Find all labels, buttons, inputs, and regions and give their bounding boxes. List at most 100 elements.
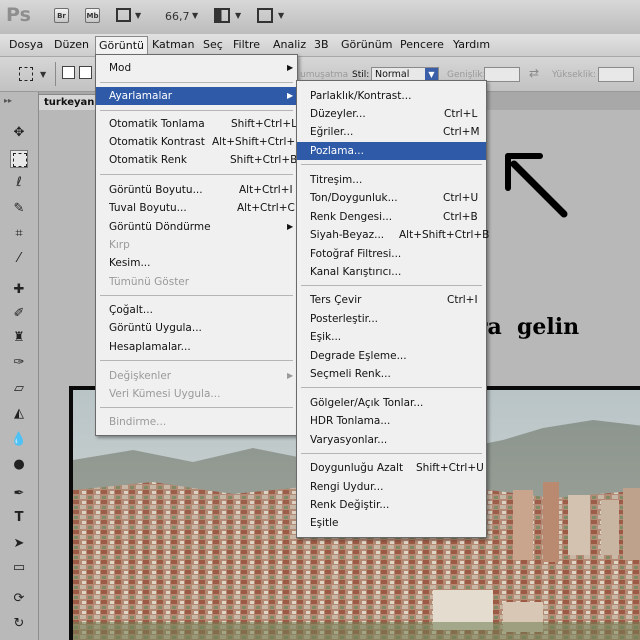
marquee-preset-icon[interactable]: [19, 67, 33, 81]
menu-3b[interactable]: 3B: [314, 38, 329, 51]
menu-item-ton-doygunluk[interactable]: Ton/Doygunluk... Ctrl+U: [297, 189, 486, 207]
ayarlamalar-submenu: Parlaklık/Kontrast... Düzeyler... Ctrl+L …: [296, 80, 489, 538]
view-extras-dropdown-icon[interactable]: ▼: [135, 11, 141, 20]
menu-item-degiskenler: Değişkenler ▶: [96, 367, 297, 385]
menu-item-otomatik-kontrast[interactable]: Otomatik Kontrast Alt+Shift+Ctrl+L: [96, 133, 301, 151]
pen-tool-icon[interactable]: ✒: [10, 485, 28, 503]
menu-separator: [100, 110, 293, 111]
height-field[interactable]: [598, 67, 634, 82]
history-brush-tool-icon[interactable]: ✑: [10, 354, 28, 372]
menu-item-rengi-uydur[interactable]: Rengi Uydur...: [297, 478, 486, 496]
menu-item-kirp: Kırp: [109, 239, 130, 251]
menu-pencere[interactable]: Pencere: [400, 38, 444, 51]
menu-katman[interactable]: Katman: [152, 38, 195, 51]
3d-orbit-tool-icon[interactable]: ↻: [10, 615, 28, 633]
menu-item-fotograf-filtresi[interactable]: Fotoğraf Filtresi...: [297, 245, 486, 263]
lasso-tool-icon[interactable]: ℓ: [10, 174, 28, 192]
menu-sec[interactable]: Seç: [203, 38, 223, 51]
mini-bridge-button[interactable]: Mb: [85, 8, 100, 23]
healing-brush-tool-icon[interactable]: ✚: [10, 281, 28, 299]
menu-item-doygunlugu-azalt[interactable]: Doygunluğu Azalt Shift+Ctrl+U: [297, 459, 486, 477]
style-value: Normal: [375, 69, 410, 80]
3d-rotate-tool-icon[interactable]: ⟳: [10, 590, 28, 608]
marquee-tool-icon[interactable]: [10, 150, 28, 168]
menu-item-siyah-beyaz[interactable]: Siyah-Beyaz... Alt+Shift+Ctrl+B: [297, 226, 489, 244]
goruntu-menu: Mod ▶ Ayarlamalar ▶ Otomatik Tonlama Shift+…: [95, 54, 301, 436]
menu-separator: [100, 174, 293, 175]
menu-item-renk-degistir[interactable]: Renk Değiştir...: [297, 496, 486, 514]
screen-mode-icon[interactable]: [257, 8, 273, 23]
brush-tool-icon[interactable]: ✐: [10, 305, 28, 323]
style-label: Stil:: [352, 70, 370, 80]
menu-item-ayarlamalar[interactable]: Ayarlamalar ▶: [96, 87, 297, 105]
screen-mode-dropdown-icon[interactable]: ▼: [278, 11, 284, 20]
dodge-tool-icon[interactable]: ●: [10, 456, 28, 474]
menu-item-secmeli-renk[interactable]: Seçmeli Renk...: [297, 365, 486, 383]
menu-filtre[interactable]: Filtre: [233, 38, 260, 51]
width-field[interactable]: [484, 67, 520, 82]
menu-item-otomatik-renk[interactable]: Otomatik Renk Shift+Ctrl+B: [96, 151, 297, 169]
menu-item-posterlestir[interactable]: Posterleştir...: [297, 310, 486, 328]
menu-item-esik[interactable]: Eşik...: [297, 328, 486, 346]
menu-item-renk-dengesi[interactable]: Renk Dengesi... Ctrl+B: [297, 208, 486, 226]
menu-item-kesim[interactable]: Kesim...: [96, 254, 297, 272]
path-selection-tool-icon[interactable]: ➤: [10, 535, 28, 553]
rectangle-tool-icon[interactable]: ▭: [10, 559, 28, 577]
clone-stamp-tool-icon[interactable]: ♜: [10, 329, 28, 347]
menu-item-golgeler-acik-tonlar[interactable]: Gölgeler/Açık Tonlar...: [297, 394, 486, 412]
preset-dropdown-icon[interactable]: ▼: [40, 70, 46, 79]
arrange-documents-icon[interactable]: [214, 8, 230, 23]
paint-bucket-tool-icon[interactable]: ◭: [10, 405, 28, 423]
menu-item-degrade-esleme[interactable]: Degrade Eşleme...: [297, 347, 486, 365]
menu-analiz[interactable]: Analiz: [273, 38, 306, 51]
menu-item-goruntu-uygula[interactable]: Görüntü Uygula...: [96, 319, 297, 337]
menu-item-hesaplamalar[interactable]: Hesaplamalar...: [96, 338, 297, 356]
menu-item-hdr-tonlama[interactable]: HDR Tonlama...: [297, 412, 486, 430]
zoom-level[interactable]: 66,7: [165, 10, 190, 23]
blur-tool-icon[interactable]: 💧: [10, 431, 28, 449]
new-selection-icon[interactable]: [62, 66, 75, 79]
document-tab[interactable]: turkeyank: [38, 94, 98, 110]
add-selection-icon[interactable]: [79, 66, 92, 79]
menu-item-kanal-karistirici[interactable]: Kanal Karıştırıcı...: [297, 263, 486, 281]
menu-item-parlaklik-kontrast[interactable]: Parlaklık/Kontrast...: [297, 87, 486, 105]
menu-item-pozlama[interactable]: Pozlama...: [297, 142, 486, 160]
menu-item-egriler[interactable]: Eğriler... Ctrl+M: [297, 123, 486, 141]
crop-tool-icon[interactable]: ⌗: [10, 225, 28, 243]
menu-item-esitle[interactable]: Eşitle: [297, 514, 486, 532]
eyedropper-tool-icon[interactable]: ⁄: [10, 250, 28, 268]
menu-item-duzeyler[interactable]: Düzeyler... Ctrl+L: [297, 105, 486, 123]
options-divider: [55, 62, 56, 86]
menu-separator: [100, 407, 293, 408]
view-extras-icon[interactable]: [116, 8, 131, 22]
zoom-dropdown-icon[interactable]: ▼: [192, 11, 198, 20]
menu-separator: [100, 82, 293, 83]
menu-goruntu[interactable]: Görüntü: [95, 36, 149, 54]
menu-item-goruntu-dondurme[interactable]: Görüntü Döndürme ▶: [96, 218, 297, 236]
eraser-tool-icon[interactable]: ▱: [10, 380, 28, 398]
collapse-icon[interactable]: ▸▸: [4, 96, 12, 105]
menu-dosya[interactable]: Dosya: [9, 38, 43, 51]
menu-duzen[interactable]: Düzen: [54, 38, 89, 51]
submenu-arrow-icon: ▶: [287, 222, 294, 231]
swap-icon[interactable]: ⇄: [529, 66, 539, 80]
move-tool-icon[interactable]: ✥: [10, 124, 28, 142]
menu-item-tuval-boyutu[interactable]: Tuval Boyutu... Alt+Ctrl+C: [96, 199, 297, 217]
menu-separator: [100, 295, 293, 296]
photoshop-logo: Ps: [6, 4, 31, 26]
menu-item-tumunu-goster: Tümünü Göster: [109, 276, 190, 288]
menu-item-goruntu-boyutu[interactable]: Görüntü Boyutu... Alt+Ctrl+I: [96, 181, 297, 199]
quick-selection-tool-icon[interactable]: ✎: [10, 200, 28, 218]
menu-item-varyasyonlar[interactable]: Varyasyonlar...: [297, 431, 486, 449]
bridge-button[interactable]: Br: [54, 8, 69, 23]
menu-item-cogalt[interactable]: Çoğalt...: [96, 301, 297, 319]
type-tool-icon[interactable]: T: [10, 509, 28, 527]
height-label: Yükseklik:: [552, 70, 597, 80]
menu-yardim[interactable]: Yardım: [453, 38, 490, 51]
menu-item-ters-cevir[interactable]: Ters Çevir Ctrl+I: [297, 291, 486, 309]
menu-item-mod[interactable]: Mod ▶: [96, 59, 297, 77]
arrange-dropdown-icon[interactable]: ▼: [235, 11, 241, 20]
menu-item-otomatik-tonlama[interactable]: Otomatik Tonlama Shift+Ctrl+L: [96, 115, 297, 133]
menu-item-titresim[interactable]: Titreşim...: [297, 171, 486, 189]
menu-gorunum[interactable]: Görünüm: [341, 38, 392, 51]
